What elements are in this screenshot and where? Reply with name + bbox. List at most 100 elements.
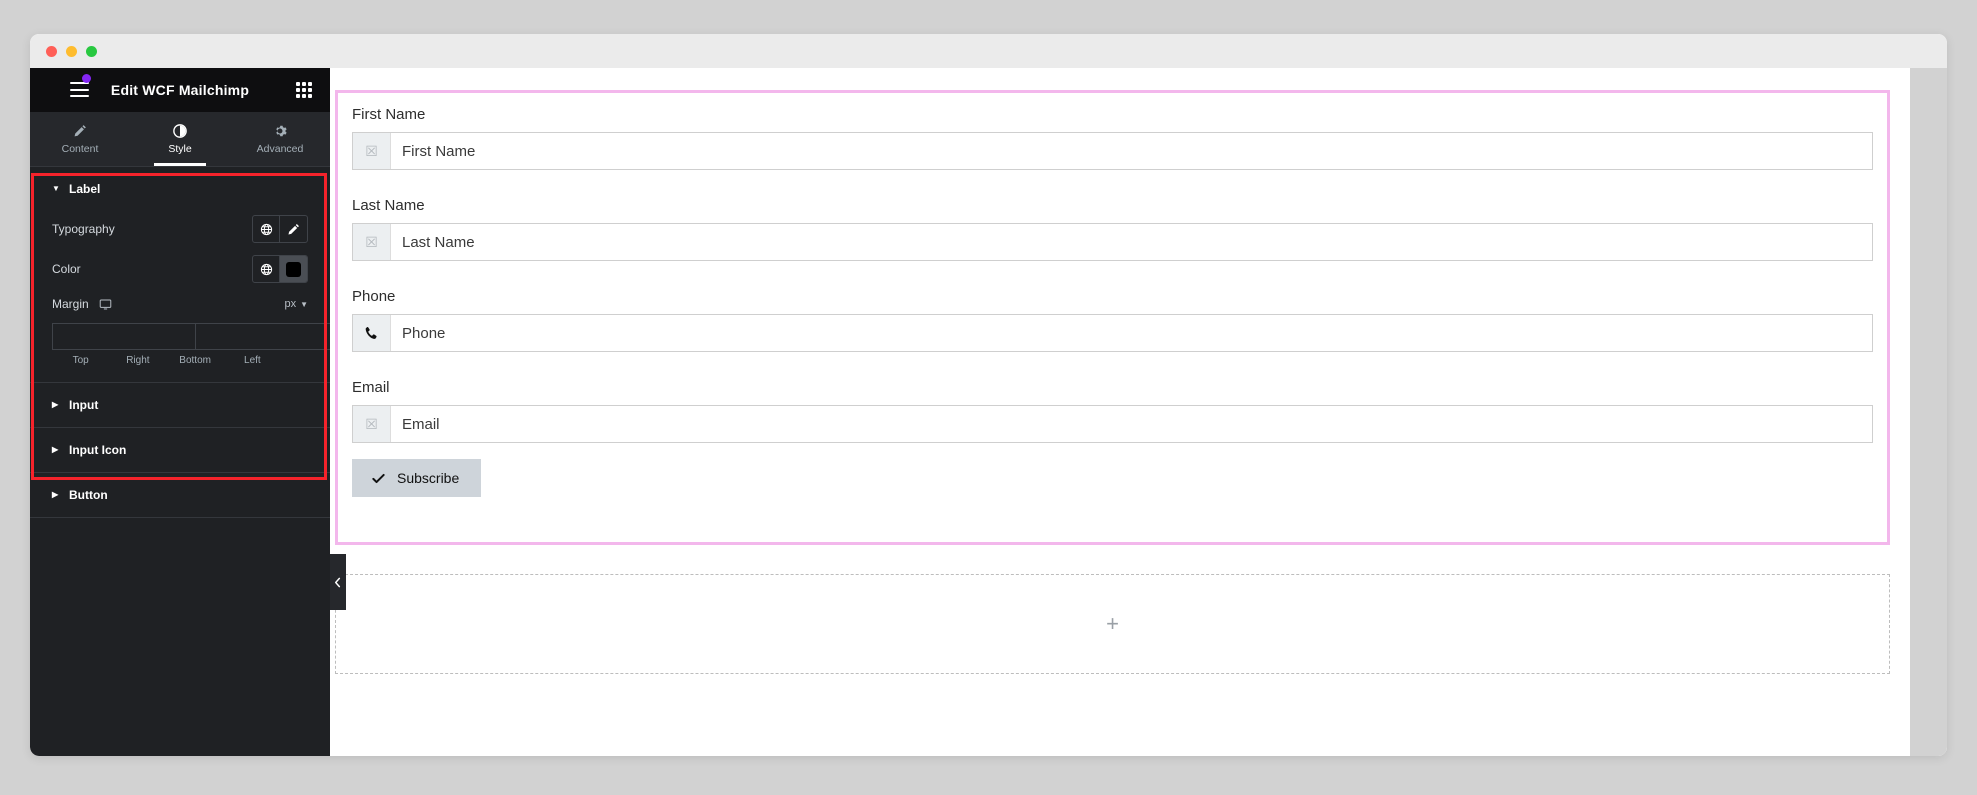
tab-style[interactable]: Style — [130, 112, 230, 166]
margin-label-spacer — [281, 355, 308, 366]
margin-unit-value: px — [284, 298, 297, 310]
phone-placeholder: Phone — [402, 324, 446, 342]
field-email-label: Email — [352, 379, 390, 396]
section-button-title: Button — [69, 488, 108, 502]
control-margin-header: Margin px ▼ — [52, 291, 308, 317]
section-input-title: Input — [69, 398, 99, 412]
field-spacer — [338, 352, 1887, 366]
phone-input-wrap[interactable]: Phone — [352, 314, 1873, 352]
close-window-button[interactable] — [46, 46, 57, 57]
margin-inputs — [52, 323, 638, 350]
field-phone: Phone Phone — [338, 275, 1887, 352]
section-label: ▼ Label Typography Color Margin px ▼ Top… — [30, 167, 638, 383]
typography-buttons — [252, 215, 308, 243]
desktop-icon[interactable] — [99, 298, 112, 311]
control-color: Color — [52, 251, 308, 287]
chevron-left-icon — [334, 577, 341, 587]
field-email: Email ☒ Email — [338, 366, 1887, 443]
tab-advanced[interactable]: Advanced — [230, 112, 330, 166]
page-preview: First Name ☒ First Name Last Name ☒ Last… — [330, 68, 1910, 756]
email-placeholder: Email — [402, 415, 440, 433]
section-input-icon: ▶ Input Icon — [30, 428, 330, 473]
maximize-window-button[interactable] — [86, 46, 97, 57]
missing-glyph-icon: ☒ — [353, 224, 391, 260]
add-new-section-button[interactable]: + — [335, 574, 1890, 674]
margin-top-input[interactable] — [52, 323, 195, 350]
field-spacer — [338, 170, 1887, 184]
mailchimp-form-widget[interactable]: First Name ☒ First Name Last Name ☒ Last… — [335, 90, 1890, 545]
editor-canvas: First Name ☒ First Name Last Name ☒ Last… — [330, 68, 1947, 756]
gear-icon — [273, 123, 287, 138]
section-label-header[interactable]: ▼ Label — [30, 167, 330, 211]
tab-advanced-label: Advanced — [256, 143, 304, 155]
globe-icon[interactable] — [253, 216, 280, 242]
typography-label: Typography — [52, 222, 115, 236]
section-input: ▶ Input — [30, 383, 330, 428]
typography-edit-pencil-icon[interactable] — [280, 216, 307, 242]
tab-style-label: Style — [168, 143, 192, 155]
field-phone-label: Phone — [352, 288, 396, 305]
section-input-icon-header[interactable]: ▶ Input Icon — [30, 428, 330, 472]
margin-unit-select[interactable]: px ▼ — [284, 298, 308, 310]
section-label-title: Label — [69, 182, 101, 196]
plus-icon: + — [1106, 611, 1119, 636]
control-typography: Typography — [52, 211, 308, 247]
field-spacer — [338, 261, 1887, 275]
chevron-down-icon: ▼ — [300, 299, 308, 309]
tab-content-label: Content — [61, 143, 99, 155]
tab-content[interactable]: Content — [30, 112, 130, 166]
margin-label-wrap: Margin — [52, 297, 112, 311]
margin-side-labels: Top Right Bottom Left — [52, 355, 308, 366]
margin-label: Margin — [52, 297, 89, 311]
minimize-window-button[interactable] — [66, 46, 77, 57]
field-last-name: Last Name ☒ Last Name — [338, 184, 1887, 261]
first-name-placeholder: First Name — [402, 142, 476, 160]
panel-body: ▼ Label Typography Color Margin px ▼ Top… — [30, 167, 638, 518]
margin-top-label: Top — [72, 355, 89, 366]
margin-right-label: Right — [126, 355, 150, 366]
panel-tabs: Content Style Advanced — [30, 112, 330, 167]
pencil-icon — [73, 123, 87, 138]
first-name-input-wrap[interactable]: ☒ First Name — [352, 132, 1873, 170]
panel-header: Edit WCF Mailchimp — [30, 68, 330, 112]
section-button: ▶ Button — [30, 473, 330, 518]
chevron-right-icon: ▶ — [52, 490, 59, 499]
section-input-icon-title: Input Icon — [69, 443, 127, 457]
notification-dot-icon — [82, 74, 91, 83]
field-first-name-label: First Name — [352, 106, 426, 123]
color-swatch-button[interactable] — [280, 256, 307, 282]
margin-left-label: Left — [244, 355, 261, 366]
traffic-lights — [46, 46, 97, 57]
chevron-right-icon: ▶ — [52, 445, 59, 454]
phone-icon — [353, 315, 391, 351]
section-label-body: Typography Color Margin px ▼ Top Right B… — [30, 211, 638, 382]
field-first-name: First Name ☒ First Name — [338, 93, 1887, 170]
subscribe-button[interactable]: Subscribe — [352, 459, 482, 497]
color-swatch — [286, 261, 301, 277]
margin-right-input[interactable] — [195, 323, 338, 350]
submit-row: Subscribe — [338, 443, 1887, 497]
contrast-icon — [173, 123, 187, 138]
browser-window: Edit WCF Mailchimp Content Style Advance… — [30, 34, 1947, 756]
field-last-name-label: Last Name — [352, 197, 425, 214]
color-label: Color — [52, 262, 81, 276]
window-titlebar — [30, 34, 1947, 68]
check-icon — [371, 471, 386, 486]
page-content: Edit WCF Mailchimp Content Style Advance… — [30, 68, 1947, 756]
last-name-input-wrap[interactable]: ☒ Last Name — [352, 223, 1873, 261]
globe-icon[interactable] — [253, 256, 280, 282]
missing-glyph-icon: ☒ — [353, 406, 391, 442]
missing-glyph-icon: ☒ — [353, 133, 391, 169]
panel-collapse-handle[interactable] — [330, 554, 346, 610]
chevron-right-icon: ▶ — [52, 400, 59, 409]
grid-icon[interactable] — [296, 82, 312, 98]
hamburger-icon[interactable] — [70, 82, 89, 97]
email-input-wrap[interactable]: ☒ Email — [352, 405, 1873, 443]
subscribe-button-label: Subscribe — [397, 470, 460, 486]
color-buttons — [252, 255, 308, 283]
section-button-header[interactable]: ▶ Button — [30, 473, 330, 517]
elementor-panel: Edit WCF Mailchimp Content Style Advance… — [30, 68, 638, 756]
chevron-down-icon: ▼ — [52, 184, 60, 193]
section-input-header[interactable]: ▶ Input — [30, 383, 330, 427]
margin-bottom-label: Bottom — [179, 355, 211, 366]
